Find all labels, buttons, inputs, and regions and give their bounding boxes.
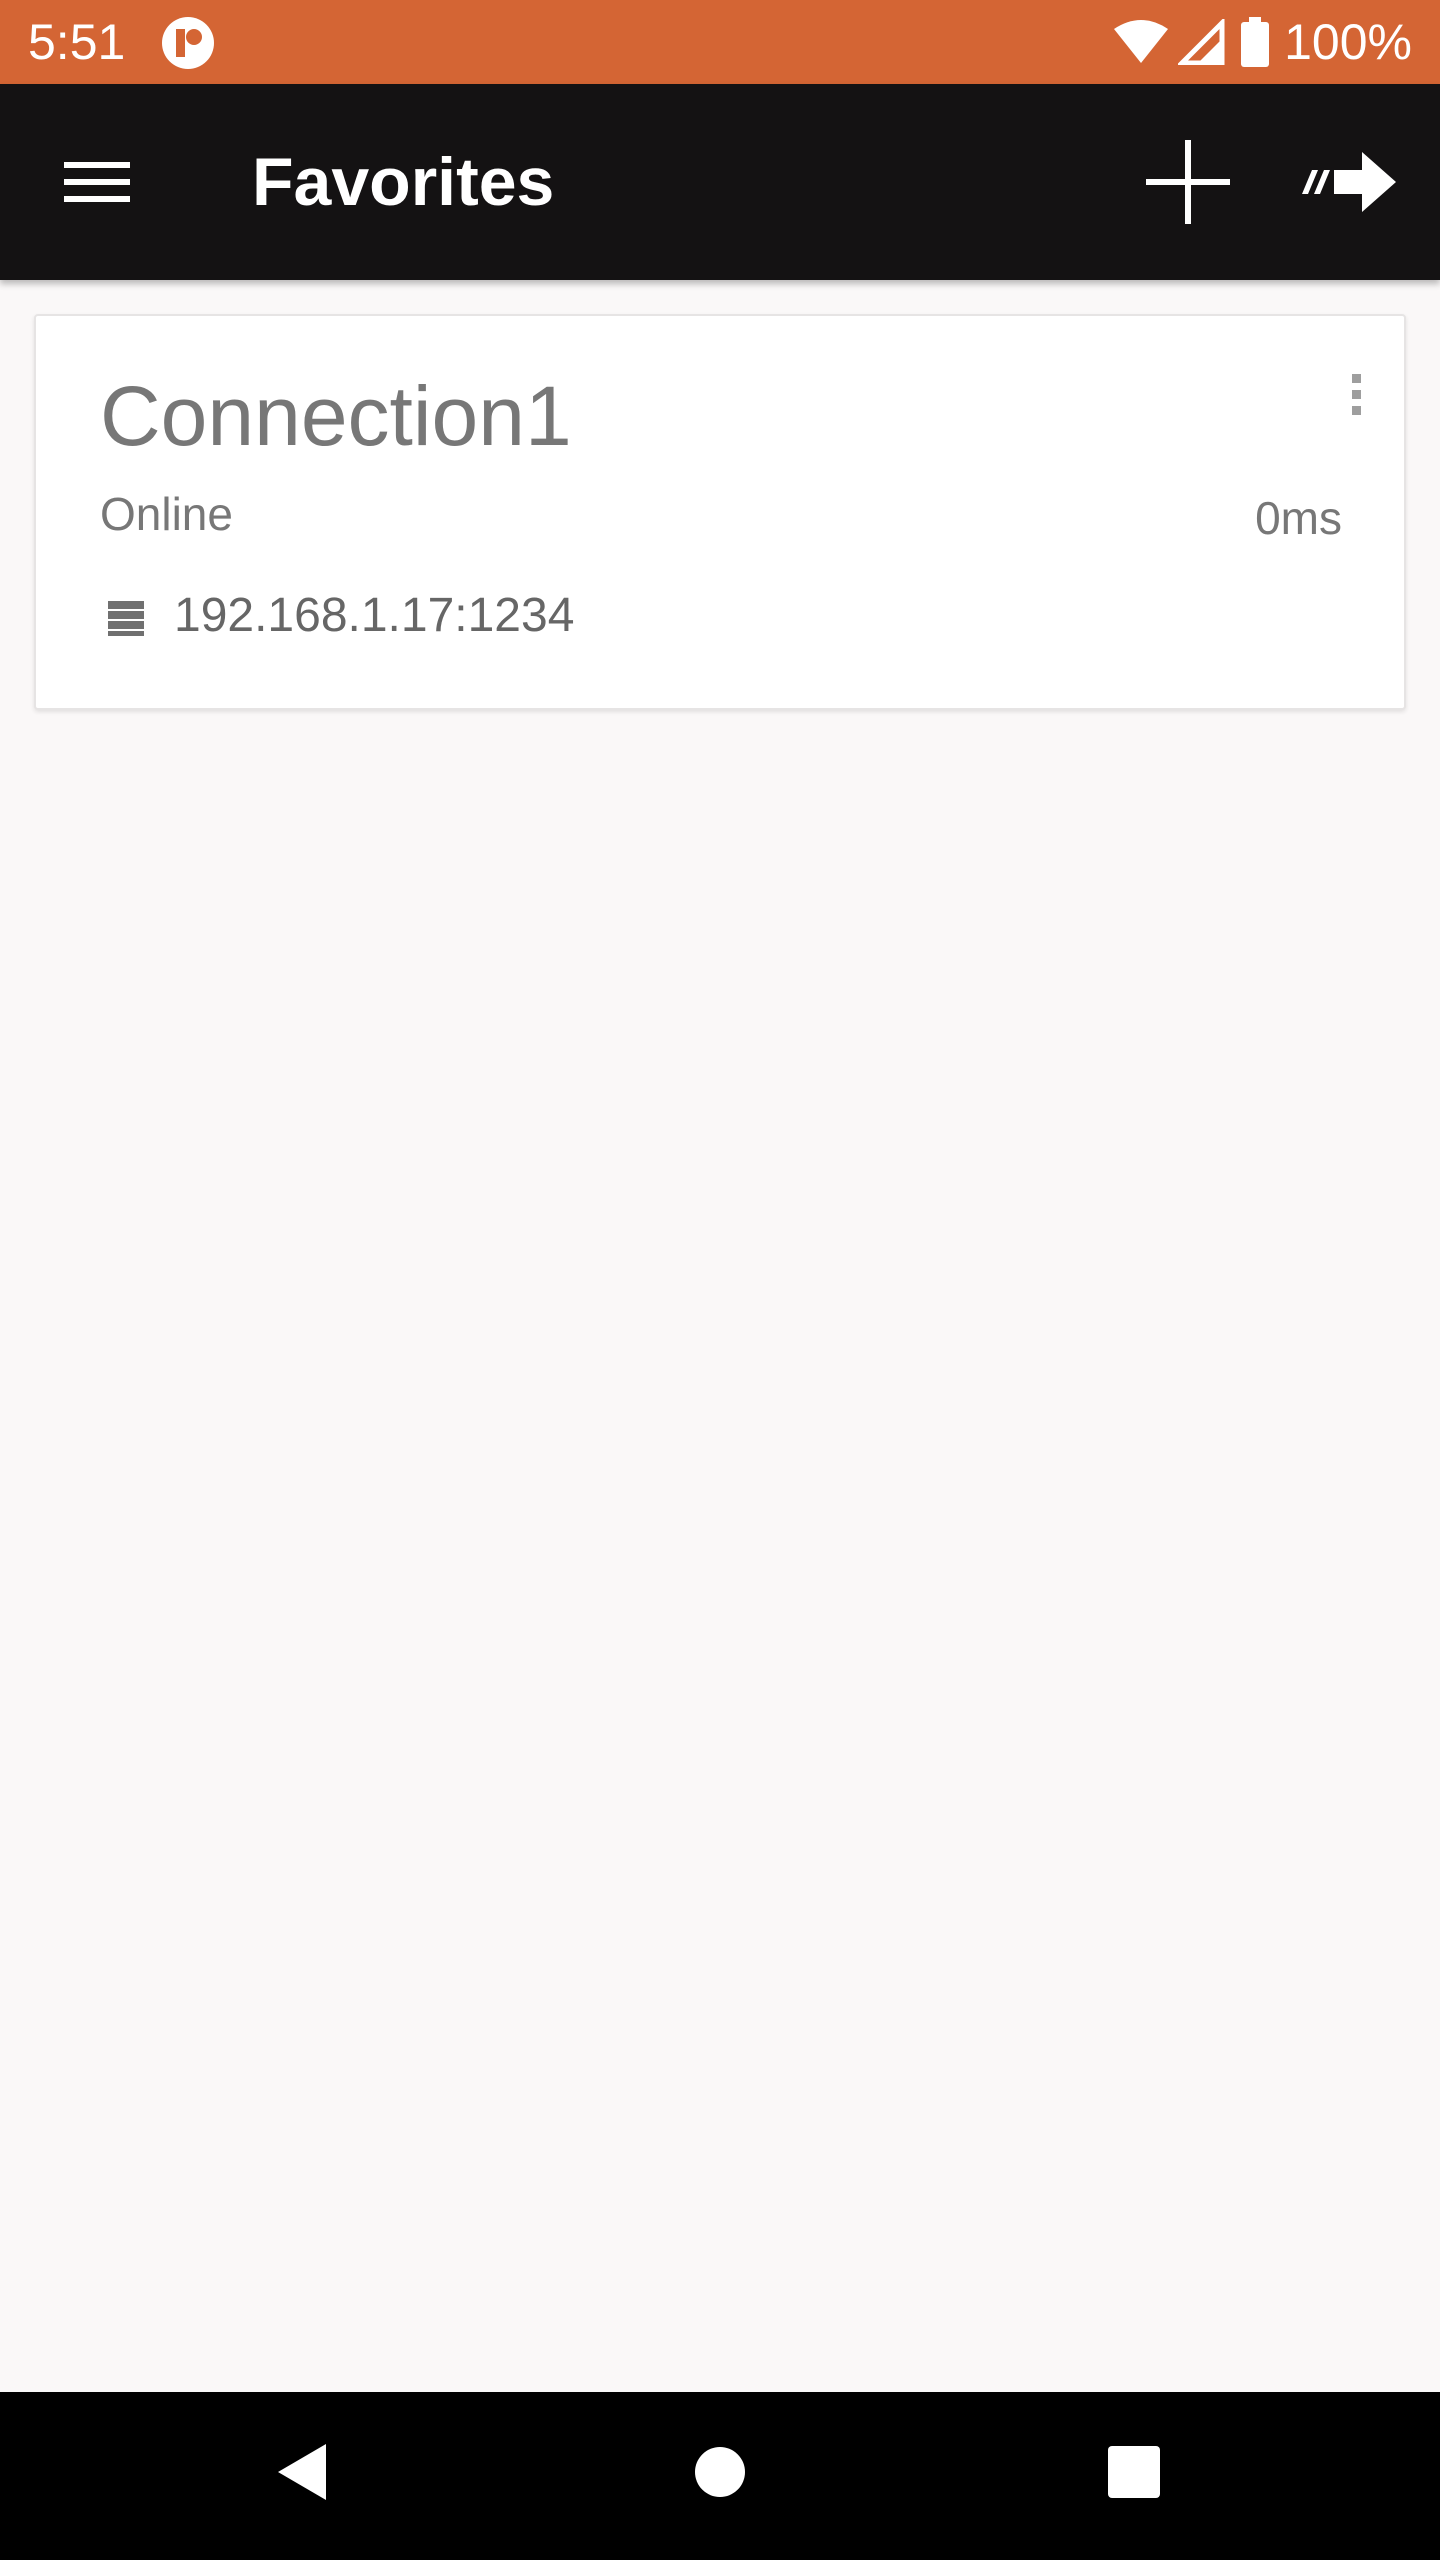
cell-signal-icon — [1178, 19, 1225, 65]
status-time: 5:51 — [28, 14, 126, 70]
connection-name: Connection1 — [100, 369, 572, 463]
wifi-icon — [1114, 20, 1169, 63]
more-vert-icon — [1352, 374, 1361, 415]
back-icon — [278, 2444, 326, 2500]
add-icon — [1146, 140, 1230, 224]
app-notification-icon — [162, 17, 214, 69]
connection-ping: 0ms — [1255, 492, 1342, 544]
app-bar: Favorites — [0, 84, 1440, 280]
battery-icon — [1241, 17, 1270, 67]
menu-button[interactable] — [40, 132, 140, 232]
battery-percentage: 100% — [1284, 14, 1412, 70]
page-title: Favorites — [252, 144, 555, 220]
connect-button[interactable] — [1300, 130, 1410, 234]
add-button[interactable] — [1136, 130, 1240, 234]
server-icon — [108, 601, 144, 636]
more-options-button[interactable] — [1326, 356, 1386, 436]
back-button[interactable] — [262, 2432, 342, 2512]
navigation-bar — [0, 2392, 1440, 2560]
home-icon — [695, 2447, 745, 2497]
connect-arrow-icon — [1302, 152, 1396, 212]
connection-address: 192.168.1.17:1234 — [174, 589, 575, 642]
home-button[interactable] — [680, 2432, 760, 2512]
connection-status: Online — [100, 488, 233, 540]
menu-icon — [64, 162, 130, 202]
status-bar: 5:51 100% — [0, 0, 1440, 84]
recents-icon — [1108, 2446, 1160, 2498]
favorite-connection-card[interactable]: Connection1 Online 0ms 192.168.1.17:1234 — [34, 314, 1406, 710]
recents-button[interactable] — [1094, 2432, 1174, 2512]
status-icons: 100% — [1112, 10, 1412, 74]
